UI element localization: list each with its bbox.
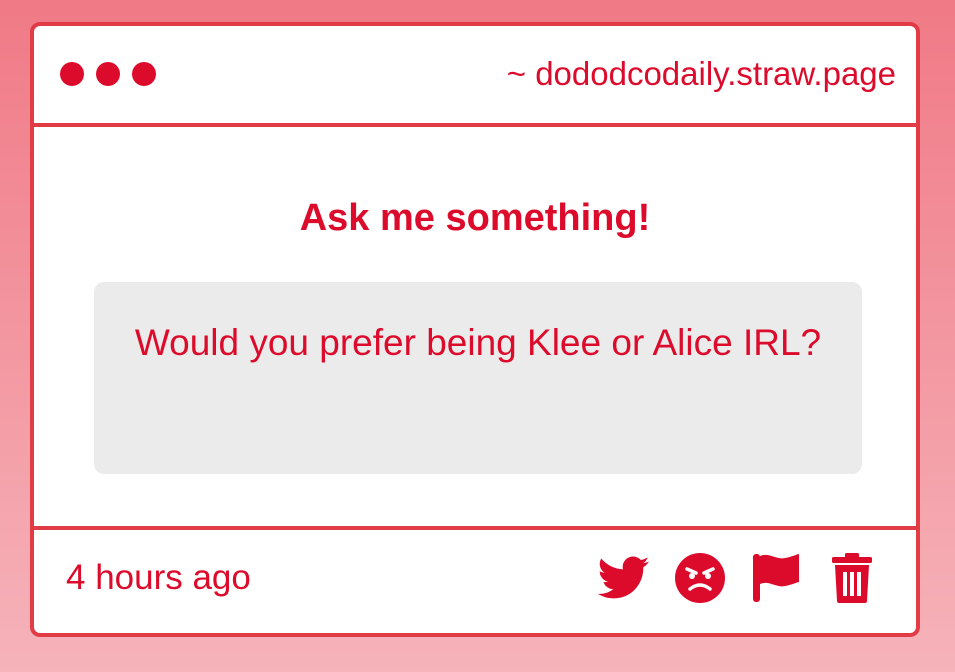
- flag-icon: [753, 554, 799, 602]
- action-bar: [598, 552, 878, 604]
- share-twitter-button[interactable]: [598, 552, 650, 604]
- window-dot-1: [60, 62, 84, 86]
- window-titlebar: ~ dododcodaily.straw.page: [34, 26, 916, 127]
- trash-icon: [832, 553, 872, 603]
- question-box: Would you prefer being Klee or Alice IRL…: [94, 282, 862, 474]
- delete-button[interactable]: [826, 552, 878, 604]
- page-title: Ask me something!: [299, 197, 651, 239]
- angry-face-icon: [675, 553, 725, 603]
- card-content: Ask me something! Would you prefer being…: [34, 127, 916, 534]
- twitter-icon: [598, 556, 650, 599]
- ask-card: ~ dododcodaily.straw.page Ask me somethi…: [30, 22, 920, 637]
- card-footer: 4 hours ago: [34, 526, 916, 633]
- window-dot-3: [132, 62, 156, 86]
- page-url[interactable]: ~ dododcodaily.straw.page: [507, 54, 896, 94]
- timestamp: 4 hours ago: [66, 558, 251, 597]
- window-dot-2: [96, 62, 120, 86]
- window-controls: [60, 62, 156, 86]
- react-angry-button[interactable]: [674, 552, 726, 604]
- report-button[interactable]: [750, 552, 802, 604]
- question-text: Would you prefer being Klee or Alice IRL…: [134, 322, 822, 363]
